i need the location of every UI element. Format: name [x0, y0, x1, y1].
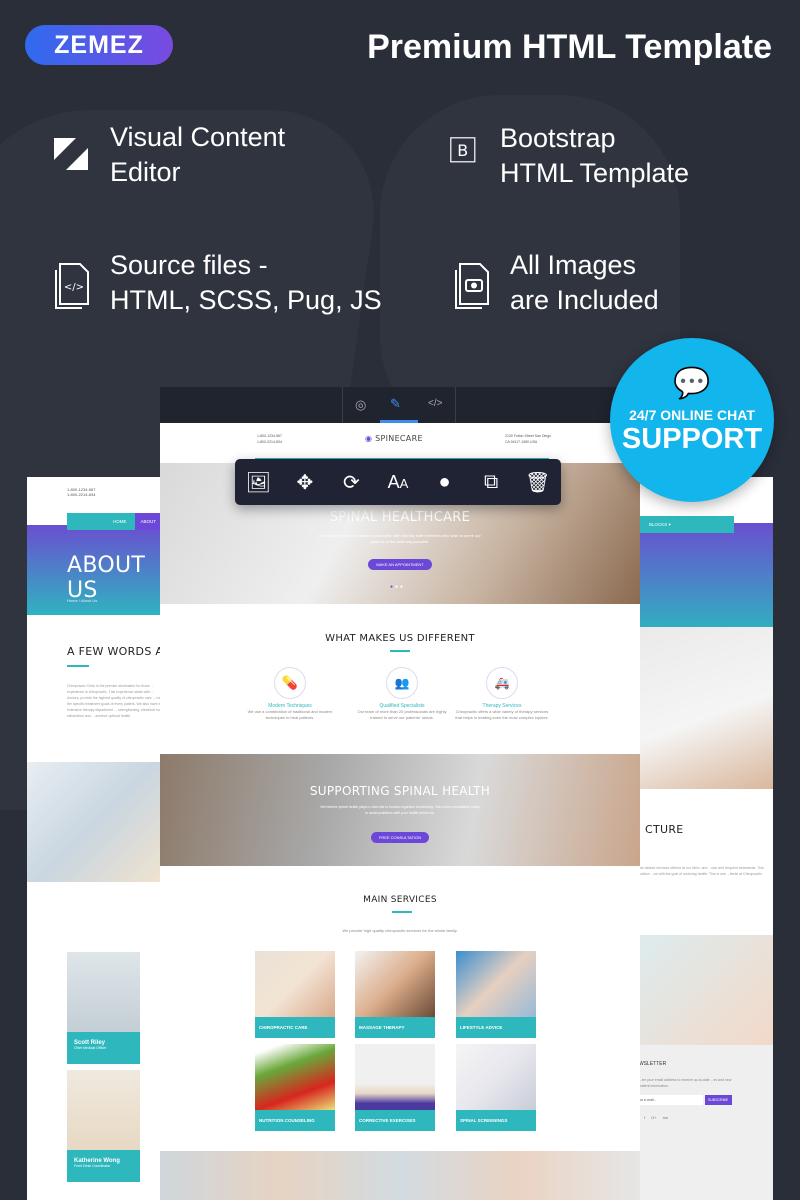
move-icon[interactable]: ✥	[290, 470, 320, 495]
massage-photo	[633, 935, 773, 1045]
feature-editor: Visual Content Editor	[52, 120, 285, 190]
people-icon: 👥	[386, 667, 418, 699]
feature-item: 🚑 Therapy Services Chiropractic offers a w…	[452, 667, 552, 721]
banner	[633, 523, 773, 633]
appointment-button[interactable]: MAKE AN APPOINTMENT	[368, 559, 432, 570]
images-icon	[455, 263, 489, 309]
right-page-preview: BLOCKS ▾ CTURE ...most utilized services…	[633, 477, 773, 1200]
page-title: Premium HTML Template	[367, 28, 772, 66]
color-icon[interactable]: ●	[430, 471, 460, 494]
service-card[interactable]: CORRECTIVE EXERCISES	[355, 1044, 435, 1131]
image-icon[interactable]: 🖼	[243, 470, 273, 495]
editor-topbar: ◎ ✎ </>	[160, 387, 640, 423]
feature-bootstrap: B Bootstrap HTML Template	[450, 121, 689, 191]
duplicate-icon[interactable]: ⧉	[476, 471, 506, 494]
rss-icon[interactable]: rss	[663, 1115, 668, 1120]
feature-source: </> Source files - HTML, SCSS, Pug, JS	[52, 248, 382, 318]
service-card[interactable]: CHIROPRACTIC CARE	[255, 951, 335, 1038]
main-page-preview: 1-800-1234-567 1-800-2214-834 ◉ SPINECAR…	[160, 423, 640, 1200]
spinecare-logo[interactable]: ◉ SPINECARE	[365, 434, 423, 443]
support-badge[interactable]: 💬 24/7 ONLINE CHAT SUPPORT	[610, 338, 774, 502]
source-files-icon: </>	[55, 263, 89, 309]
refresh-icon[interactable]: ⟳	[336, 470, 366, 495]
nav-home[interactable]: HOME	[113, 519, 127, 524]
edit-icon[interactable]: ✎	[390, 396, 401, 412]
service-card[interactable]: MASSAGE THERAPY	[355, 951, 435, 1038]
email-input[interactable]: Your e-mail...	[633, 1095, 703, 1105]
feature-images: All Images are Included	[452, 248, 659, 318]
bootstrap-icon: B	[450, 137, 476, 163]
svg-text:</>: </>	[64, 282, 84, 293]
breadcrumb: Home / About Us	[67, 598, 98, 603]
nav-bar: HOME ABOUT	[67, 513, 167, 530]
service-card[interactable]: NUTRITION COUNSELING	[255, 1044, 335, 1131]
divider	[67, 665, 89, 667]
consultation-button[interactable]: FREE CONSULTATION	[370, 832, 430, 843]
trash-icon[interactable]: 🗑	[523, 470, 553, 495]
feature-item: 👥 Qualified Specialists Our team of more t…	[352, 667, 452, 721]
svg-text:B: B	[457, 141, 468, 160]
ambulance-icon: 🚑	[486, 667, 518, 699]
nav-about[interactable]: ABOUT	[134, 513, 163, 530]
service-card[interactable]: SPINAL SCREENINGS	[456, 1044, 536, 1131]
chat-icon: 💬	[673, 367, 711, 400]
zemez-logo[interactable]: ZEMEZ	[25, 25, 173, 65]
editor-icon	[54, 138, 88, 170]
service-card[interactable]: LIFESTYLE ADVICE	[456, 951, 536, 1038]
left-page-preview: 1-800-1234-567 1-800-2214-834 HOME ABOUT …	[27, 477, 167, 1200]
team-photos	[160, 1151, 640, 1200]
doctors-photo	[27, 762, 167, 882]
twitter-icon[interactable]: t	[644, 1115, 645, 1120]
about-title: ABOUT US	[67, 553, 146, 603]
nav-blocks[interactable]: BLOCKS ▾	[633, 516, 734, 533]
editor-toolbar: 🖼 ✥ ⟳ AA ● ⧉ 🗑	[235, 459, 561, 505]
code-icon[interactable]: </>	[428, 398, 442, 409]
pill-icon: 💊	[274, 667, 306, 699]
subscribe-button[interactable]: SUBSCRIBE	[705, 1095, 732, 1105]
feature-item: 💊 Modern Techniques We use a combination o…	[240, 667, 340, 721]
font-size-icon[interactable]: AA	[383, 472, 413, 493]
google-plus-icon[interactable]: G+	[651, 1115, 656, 1120]
team-card[interactable]: Scott Riley Chief Medical Officer	[67, 952, 140, 1064]
team-card[interactable]: Katherine Wong Front Desk Coordinator	[67, 1070, 140, 1182]
therapy-photo	[633, 627, 773, 789]
footer: WSLETTER ...ter your email address to re…	[633, 1045, 773, 1200]
slider-dots[interactable]: ●●●	[390, 584, 405, 590]
compass-icon[interactable]: ◎	[355, 397, 366, 413]
cta-banner: SUPPORTING SPINAL HEALTH We believe spin…	[160, 754, 640, 866]
